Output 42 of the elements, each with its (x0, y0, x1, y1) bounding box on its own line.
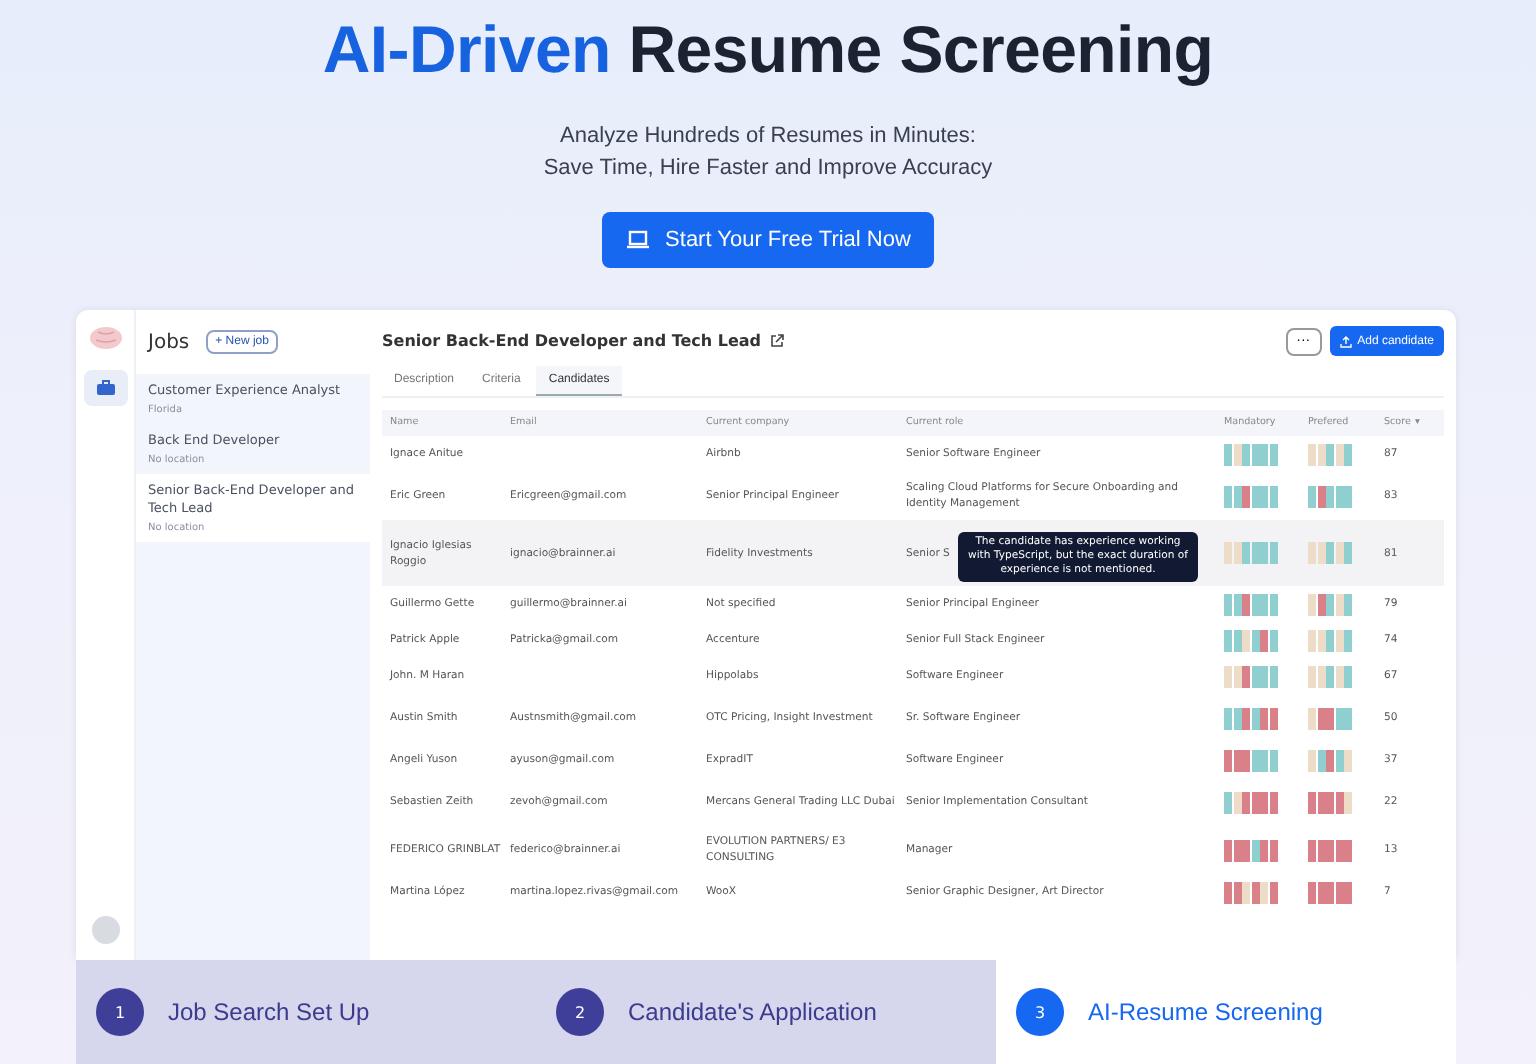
mandatory-bars-icon (1224, 707, 1277, 729)
briefcase-icon[interactable] (83, 370, 127, 406)
step-label: Job Search Set Up (168, 998, 370, 1026)
mandatory-bars-icon (1224, 665, 1277, 687)
step-tab[interactable]: 3 AI-Resume Screening (996, 960, 1456, 1064)
preferred-bars-icon (1308, 629, 1352, 651)
external-link-icon[interactable] (769, 334, 784, 348)
preferred-bars-icon (1308, 485, 1352, 507)
mandatory-bars-icon (1224, 839, 1277, 861)
step-number: 3 (1016, 988, 1064, 1036)
mandatory-bars-icon (1224, 629, 1277, 651)
hero-subtitle: Analyze Hundreds of Resumes in Minutes: (558, 122, 978, 152)
mandatory-bars-icon (1224, 593, 1277, 615)
preferred-bars-icon (1308, 839, 1352, 861)
preferred-bars-icon (1308, 542, 1352, 564)
upload-icon (1339, 335, 1352, 347)
mandatory-bars-icon (1224, 881, 1277, 903)
mandatory-bars-icon (1224, 749, 1277, 771)
mandatory-bars-icon (1224, 443, 1277, 465)
preferred-bars-icon (1308, 749, 1352, 771)
step-label: Candidate's Application (628, 998, 877, 1026)
preferred-bars-icon (1308, 593, 1352, 615)
job-title: Senior Back-End Developer and Tech Lead (382, 332, 762, 350)
step-tab[interactable]: 1 Job Search Set Up (76, 960, 536, 1064)
hero-title: AI-Driven Resume Screening (322, 12, 1214, 88)
hero-subtitle: Save Time, Hire Faster and Improve Accuracy (543, 154, 993, 184)
trial-button[interactable]: Start Your Free Trial Now (601, 212, 935, 268)
mandatory-bars-icon (1224, 791, 1277, 813)
preferred-bars-icon (1308, 791, 1352, 813)
preferred-bars-icon (1308, 443, 1352, 465)
step-tab[interactable]: 2 Candidate's Application (536, 960, 996, 1064)
laptop-icon (625, 230, 650, 250)
step-label: AI-Resume Screening (1088, 998, 1323, 1026)
step-number: 1 (96, 988, 144, 1036)
preferred-bars-icon (1308, 881, 1352, 903)
mandatory-bars-icon (1224, 542, 1277, 564)
jobs-title: Jobs (148, 331, 190, 353)
brain-logo-icon (87, 326, 123, 350)
preferred-bars-icon (1308, 665, 1352, 687)
preferred-bars-icon (1308, 707, 1352, 729)
step-number: 2 (556, 988, 604, 1036)
mandatory-bars-icon (1224, 485, 1277, 507)
